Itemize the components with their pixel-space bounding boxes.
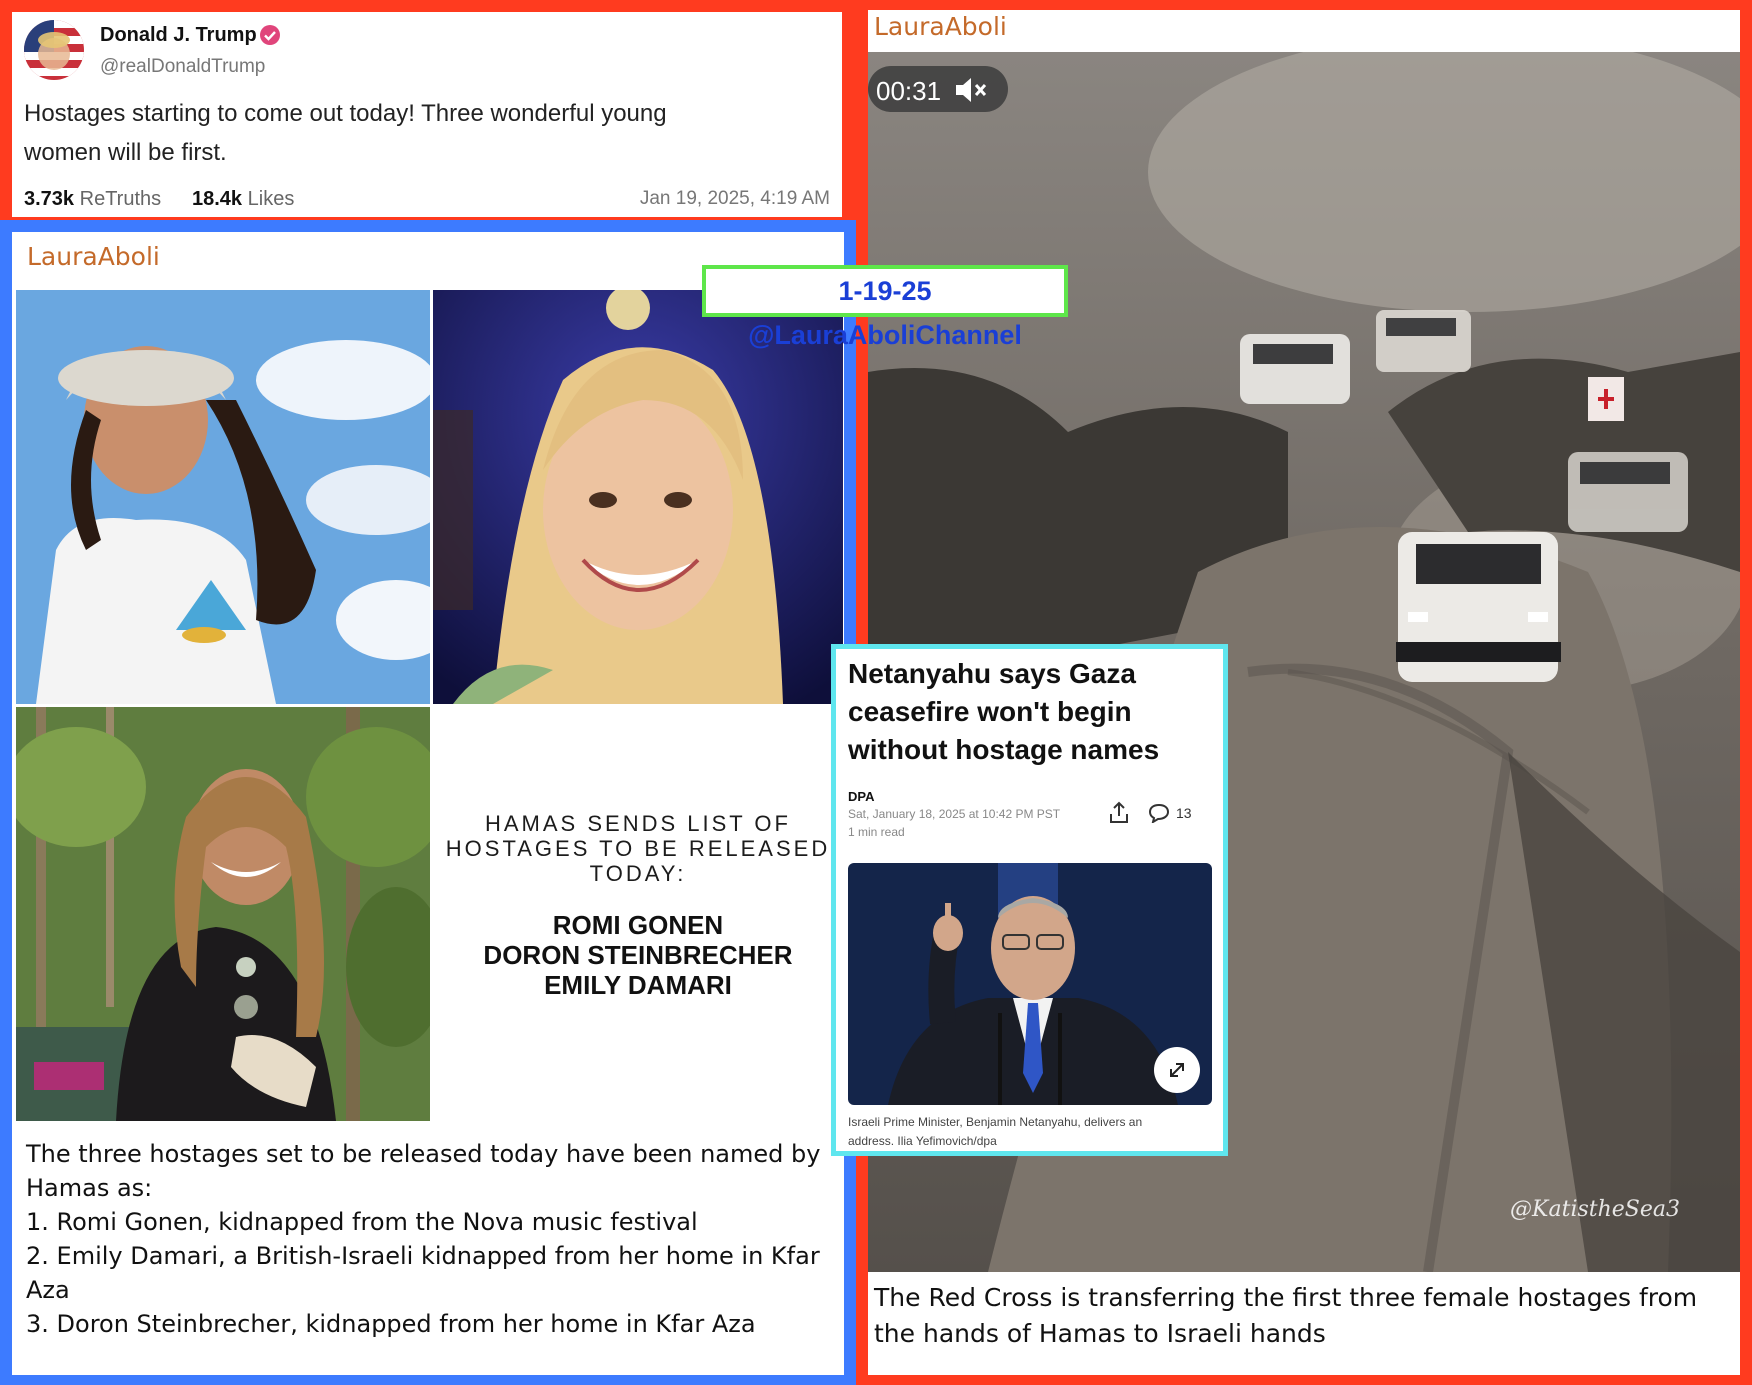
graphic-heading-line: TODAY: bbox=[589, 861, 687, 886]
caption-line: Aza bbox=[26, 1276, 70, 1304]
author-name[interactable]: LauraAboli bbox=[874, 12, 1007, 41]
news-source[interactable]: DPA bbox=[848, 789, 874, 804]
video-caption: The Red Cross is transferring the first … bbox=[874, 1280, 1734, 1352]
post-caption: The three hostages set to be released to… bbox=[26, 1137, 836, 1341]
post-body-line-1: Hostages starting to come out today! Thr… bbox=[24, 100, 667, 127]
caption-line: The three hostages set to be released to… bbox=[26, 1140, 821, 1168]
vehicle bbox=[1240, 334, 1350, 404]
hostage-name: ROMI GONEN bbox=[552, 910, 724, 940]
headline-line: without hostage names bbox=[848, 734, 1160, 765]
caption-line: The Red Cross is transferring the first … bbox=[874, 1283, 1698, 1312]
news-read-time: 1 min read bbox=[848, 825, 905, 839]
likes-count: 18.4k bbox=[192, 188, 243, 210]
caption-line: the hands of Hamas to Israeli hands bbox=[874, 1319, 1326, 1348]
post-body-line-2: women will be first. bbox=[24, 139, 227, 166]
hostage-photo-emily bbox=[16, 707, 430, 1121]
hostage-photo-romi bbox=[16, 290, 430, 704]
channel-date-tag-text: 1-19-25 @LauraAboliChannel bbox=[748, 276, 1022, 350]
video-time-pill[interactable]: 00:31 bbox=[868, 66, 1008, 112]
image-caption-line: Israeli Prime Minister, Benjamin Netanya… bbox=[848, 1115, 1143, 1129]
caption-line: 2. Emily Damari, a British-Israeli kidna… bbox=[26, 1242, 820, 1270]
caption-line: 3. Doron Steinbrecher, kidnapped from he… bbox=[26, 1310, 756, 1338]
news-headline[interactable]: Netanyahu says Gaza ceasefire won't begi… bbox=[848, 655, 1218, 769]
headline-line: Netanyahu says Gaza bbox=[848, 658, 1136, 689]
channel-date-tag: 1-19-25 @LauraAboliChannel bbox=[702, 265, 1068, 350]
likes-stat[interactable]: 18.4k Likes bbox=[192, 188, 294, 211]
hostage-list-post-inner: LauraAboli HAMAS SENDS LIST OF HOSTAGES … bbox=[12, 232, 844, 1375]
share-icon[interactable] bbox=[1108, 801, 1130, 825]
expand-icon[interactable] bbox=[1154, 1047, 1200, 1093]
comment-count: 13 bbox=[1176, 805, 1192, 821]
headline-line: ceasefire won't begin bbox=[848, 696, 1132, 727]
verified-badge-icon bbox=[259, 24, 281, 46]
author-name[interactable]: LauraAboli bbox=[27, 242, 160, 271]
graphic-heading-line: HOSTAGES TO BE RELEASED bbox=[445, 836, 831, 861]
hostage-name: DORON STEINBRECHER bbox=[483, 940, 793, 970]
news-date: Sat, January 18, 2025 at 10:42 PM PST bbox=[848, 807, 1061, 821]
hostage-list-post: LauraAboli HAMAS SENDS LIST OF HOSTAGES … bbox=[0, 220, 856, 1385]
caption-line: Hamas as: bbox=[26, 1174, 153, 1202]
caption-line: 1. Romi Gonen, kidnapped from the Nova m… bbox=[26, 1208, 698, 1236]
avatar[interactable] bbox=[24, 20, 84, 80]
likes-label: Likes bbox=[247, 188, 295, 210]
graphic-heading-line: HAMAS SENDS LIST OF bbox=[485, 811, 791, 836]
display-name[interactable]: Donald J. Trump bbox=[100, 24, 257, 47]
graphic-names: ROMI GONEN DORON STEINBRECHER EMILY DAMA… bbox=[433, 910, 843, 1000]
video-time: 00:31 bbox=[876, 76, 942, 106]
mute-icon[interactable] bbox=[954, 76, 990, 104]
watermark: @KatistheSea3 bbox=[1510, 1197, 1680, 1222]
retruths-count: 3.73k bbox=[24, 188, 75, 210]
retruths-stat[interactable]: 3.73k ReTruths bbox=[24, 188, 161, 211]
news-image[interactable] bbox=[848, 863, 1212, 1105]
comment-icon[interactable] bbox=[1148, 803, 1170, 823]
post-timestamp[interactable]: Jan 19, 2025, 4:19 AM bbox=[640, 188, 830, 210]
hostage-list-graphic: HAMAS SENDS LIST OF HOSTAGES TO BE RELEA… bbox=[433, 707, 843, 1121]
graphic-heading: HAMAS SENDS LIST OF HOSTAGES TO BE RELEA… bbox=[433, 811, 843, 886]
hostage-name: EMILY DAMARI bbox=[544, 970, 732, 1000]
news-image-caption: Israeli Prime Minister, Benjamin Netanya… bbox=[848, 1113, 1218, 1151]
news-card[interactable]: Netanyahu says Gaza ceasefire won't begi… bbox=[831, 644, 1228, 1156]
truth-post-card: Donald J. Trump @realDonaldTrump Hostage… bbox=[12, 12, 842, 217]
handle[interactable]: @realDonaldTrump bbox=[100, 56, 265, 78]
retruths-label: ReTruths bbox=[79, 188, 162, 210]
image-caption-line: address. Ilia Yefimovich/dpa bbox=[848, 1134, 997, 1148]
